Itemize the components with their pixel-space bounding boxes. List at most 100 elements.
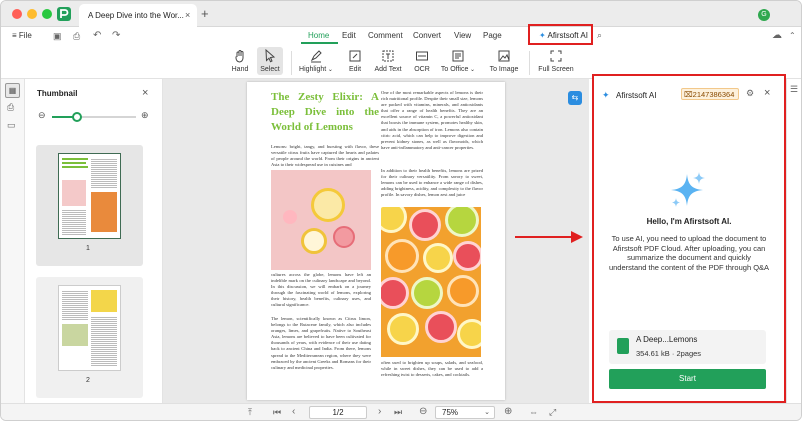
file-menu[interactable]: ≡ File (12, 31, 32, 40)
add-text-tool-label: Add Text (374, 66, 402, 73)
ocr-tool-label: OCR (414, 66, 430, 73)
chevron-down-icon: ⌄ (484, 409, 490, 416)
app-window: A Deep Dive into the Wor... × + ⌄ G ≡ Fi… (0, 0, 802, 421)
document-title: The Zesty Elixir: A Deep Dive into the W… (271, 91, 379, 133)
page-thumbnail-1[interactable]: 1 (36, 145, 143, 266)
afirstsoft-ai-button[interactable]: ✦ Afirstsoft AI (528, 24, 593, 45)
settings-gear-icon[interactable]: ⚙ (746, 88, 754, 99)
add-text-tool[interactable]: Add Text (373, 49, 403, 73)
thumbnail-zoom-slider[interactable] (52, 112, 136, 122)
collapse-toolbar-icon[interactable]: ⌃ (789, 31, 796, 40)
page-number-input[interactable]: 1/2 (309, 406, 367, 419)
to-office-tool[interactable]: To Office ⌄ (439, 49, 477, 73)
highlighter-icon (310, 50, 322, 63)
collapse-toolbar-icon[interactable]: ⤒ (248, 407, 252, 418)
document-paragraph: One of the most remarkable aspects of le… (381, 90, 483, 150)
document-paragraph: In addition to their health benefits, le… (381, 168, 483, 198)
first-page-icon[interactable]: ⏮ (273, 407, 281, 418)
thumb-text-block (91, 158, 117, 188)
minimize-window-button[interactable] (27, 9, 37, 19)
highlight-tool[interactable]: Highlight ⌄ (298, 49, 334, 73)
save-icon[interactable]: ▣ (53, 31, 62, 42)
citrus-slice-shape (453, 241, 481, 271)
hand-tool[interactable]: Hand (229, 49, 251, 73)
thumb-title-line (62, 158, 88, 160)
ocr-tool[interactable]: OCR (411, 49, 433, 73)
toolbar-separator (291, 51, 292, 75)
translate-float-icon[interactable]: ⇆ (568, 91, 582, 105)
thumbnail-page-2-preview (58, 285, 121, 371)
bookmark-icon[interactable]: ⎙ (7, 102, 14, 113)
thumbnail-page-number: 2 (86, 377, 90, 384)
to-image-tool[interactable]: To Image (488, 49, 520, 73)
select-tool-label: Select (260, 66, 280, 73)
red-arrow-annotation (515, 231, 583, 243)
redo-icon[interactable]: ↷ (112, 30, 120, 41)
zoom-out-icon[interactable]: ⊖ (419, 406, 427, 417)
thumbnail-page-1-preview (58, 153, 121, 239)
thumb-image-1 (62, 180, 86, 206)
undo-icon[interactable]: ↶ (93, 30, 101, 41)
tab-home[interactable]: Home (308, 31, 329, 40)
comment-panel-icon[interactable]: ▭ (7, 120, 16, 131)
fruit-shape (283, 210, 297, 224)
afirstsoft-ai-button-label: Afirstsoft AI (547, 31, 588, 40)
fit-page-icon[interactable]: ⤢ (549, 407, 556, 418)
thumbnail-zoom-handle[interactable] (72, 112, 83, 122)
lemon-juice-image (271, 170, 371, 270)
tab-comment[interactable]: Comment (368, 31, 403, 40)
ai-sparkle-icon: ✦ (602, 90, 610, 100)
document-tab-title: A Deep Dive into the Wor... (88, 11, 184, 20)
citrus-slice-shape (447, 275, 479, 307)
citrus-slice-shape (423, 243, 453, 273)
pdf-page: The Zesty Elixir: A Deep Dive into the W… (247, 82, 505, 400)
search-icon[interactable]: ⌕ (597, 30, 602, 41)
zoom-select[interactable]: 75% ⌄ (435, 406, 495, 419)
document-paragraph: The lemon, scientifically known as Citru… (271, 316, 371, 370)
close-ai-panel-icon[interactable]: × (764, 87, 770, 99)
close-tab-icon[interactable]: × (185, 10, 190, 20)
cloud-icon[interactable]: ☁ (772, 30, 782, 41)
ai-description: To use AI, you need to upload the docume… (608, 234, 770, 272)
ai-credits-badge: ⌧2147386364 (681, 88, 739, 100)
file-menu-label: File (18, 31, 32, 40)
start-button[interactable]: Start (609, 369, 766, 389)
new-tab-button[interactable]: + (201, 6, 209, 21)
highlight-tool-label: Highlight (299, 66, 327, 73)
citrus-slice-shape (381, 277, 409, 309)
maximize-window-button[interactable] (42, 9, 52, 19)
zoom-out-thumb-icon[interactable]: ⊖ (38, 110, 46, 121)
close-window-button[interactable] (12, 9, 22, 19)
close-panel-icon[interactable]: × (142, 87, 148, 99)
previous-page-icon[interactable]: ‹ (292, 406, 295, 417)
citrus-slice-shape (387, 313, 419, 345)
page-thumbnail-2[interactable]: 2 (36, 277, 143, 398)
zoom-in-icon[interactable]: ⊕ (504, 406, 512, 417)
next-page-icon[interactable]: › (378, 406, 381, 417)
select-tool[interactable]: Select (257, 47, 283, 75)
zoom-in-thumb-icon[interactable]: ⊕ (141, 110, 149, 121)
citrus-slice-shape (425, 311, 457, 343)
print-icon[interactable]: ⎙ (73, 31, 80, 42)
full-screen-tool[interactable]: Full Screen (536, 49, 576, 73)
right-rail: ☰ (786, 79, 801, 403)
thumb-title-line (62, 162, 86, 164)
to-image-tool-label: To Image (489, 66, 519, 73)
tab-edit[interactable]: Edit (342, 31, 356, 40)
thumbnail-panel-icon[interactable]: ▦ (5, 83, 20, 98)
edit-tool[interactable]: Edit (344, 49, 366, 73)
tab-view[interactable]: View (454, 31, 471, 40)
ai-panel-title: Afirstsoft AI (616, 91, 657, 100)
hamburger-icon: ≡ (12, 31, 17, 40)
cursor-icon (265, 49, 276, 63)
thumb-image-2 (91, 192, 117, 232)
last-page-icon[interactable]: ⏭ (394, 407, 402, 418)
tab-convert[interactable]: Convert (413, 31, 441, 40)
user-avatar[interactable]: G (758, 9, 770, 21)
tab-page[interactable]: Page (483, 31, 502, 40)
fit-width-icon[interactable]: ⇔ (529, 407, 538, 417)
document-tab[interactable]: A Deep Dive into the Wor... × (79, 4, 197, 27)
thumb-title-line (62, 166, 88, 168)
tab-convert-label: Convert (413, 31, 442, 40)
properties-panel-icon[interactable]: ☰ (790, 84, 798, 95)
